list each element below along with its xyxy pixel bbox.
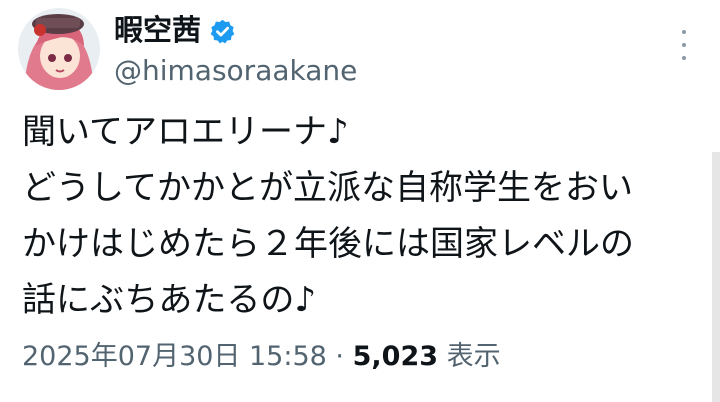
author-display-name[interactable]: 暇空茜 — [114, 12, 201, 48]
author-name[interactable]: 暇空茜 — [114, 12, 236, 48]
tweet-meta: 2025年07月30日 15:58 · 5,023 表示 — [22, 335, 501, 379]
tweet-text: 聞いてアロエリーナ♪ どうしてかかとが立派な自称学生をおい かけはじめたら２年後… — [22, 104, 634, 328]
anime-girl-avatar-icon — [18, 8, 100, 90]
author-handle[interactable]: @himasoraakane — [114, 54, 357, 88]
timestamp-link[interactable]: 2025年07月30日 15:58 — [22, 341, 327, 372]
tweet-line: 話にぶちあたるの♪ — [22, 280, 317, 320]
scrollbar[interactable] — [712, 152, 720, 402]
verified-badge-icon[interactable] — [209, 17, 236, 44]
views-label: 表示 — [446, 341, 501, 372]
tweet-line: 聞いてアロエリーナ♪ — [22, 112, 349, 152]
views-count: 5,023 — [352, 341, 439, 372]
avatar[interactable] — [18, 8, 100, 90]
more-options-icon[interactable] — [676, 30, 692, 60]
tweet-line: どうしてかかとが立派な自称学生をおい — [22, 168, 633, 208]
meta-separator: · — [335, 341, 345, 372]
tweet-line: かけはじめたら２年後には国家レベルの — [22, 224, 634, 264]
